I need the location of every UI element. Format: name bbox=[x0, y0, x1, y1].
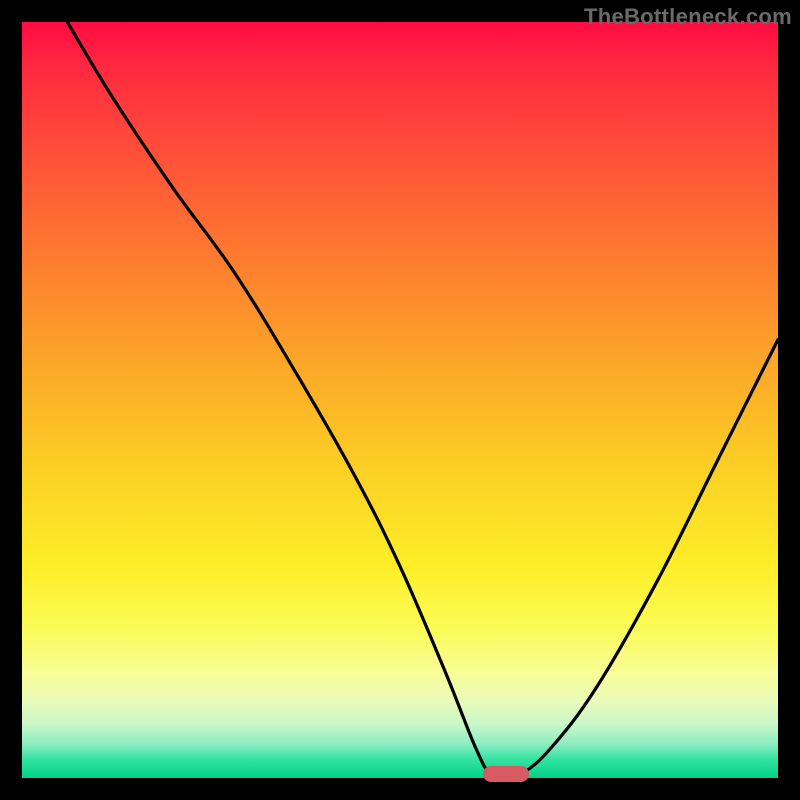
watermark-text: TheBottleneck.com bbox=[584, 4, 792, 30]
bottleneck-curve-svg bbox=[22, 22, 778, 778]
bottleneck-marker bbox=[483, 766, 529, 782]
chart-plot-area bbox=[22, 22, 778, 778]
chart-stage: TheBottleneck.com bbox=[0, 0, 800, 800]
bottleneck-curve-path bbox=[67, 22, 778, 776]
